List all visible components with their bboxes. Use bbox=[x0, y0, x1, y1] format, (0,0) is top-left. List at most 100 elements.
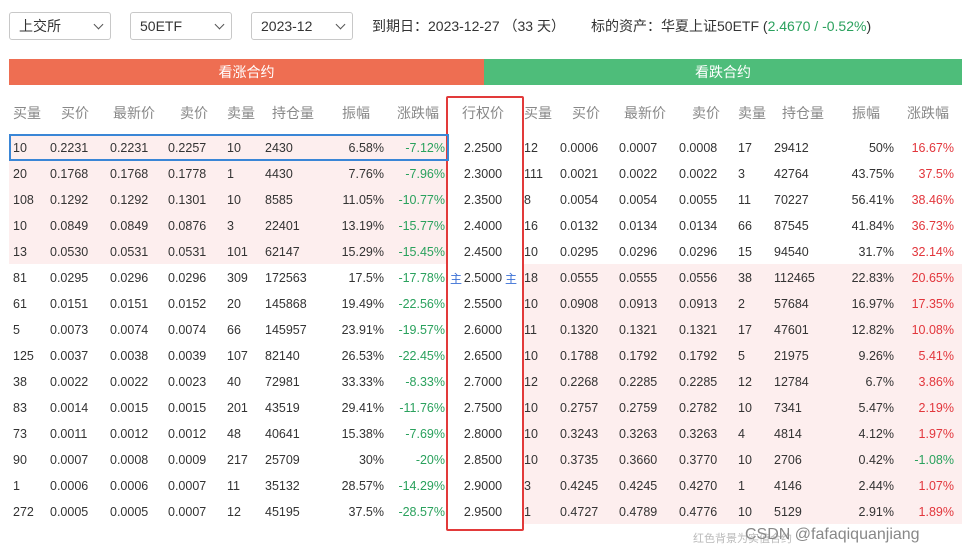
call-cell[interactable]: 11 bbox=[227, 479, 257, 493]
put-cell[interactable]: 0.1321 bbox=[619, 323, 669, 337]
put-cell[interactable]: 0.2757 bbox=[560, 401, 610, 415]
call-cell[interactable]: -20% bbox=[388, 453, 445, 467]
call-cell[interactable]: 7.76% bbox=[326, 167, 384, 181]
put-cell[interactable]: 3 bbox=[738, 167, 768, 181]
call-cell[interactable]: 0.0007 bbox=[50, 453, 100, 467]
call-cell[interactable]: 0.0006 bbox=[110, 479, 160, 493]
call-cell[interactable]: 13.19% bbox=[326, 219, 384, 233]
put-cell[interactable]: 0.0054 bbox=[619, 193, 669, 207]
call-cell[interactable]: 0.0022 bbox=[50, 375, 100, 389]
call-cell[interactable]: 0.0849 bbox=[50, 219, 100, 233]
call-cell[interactable]: 0.1301 bbox=[168, 193, 218, 207]
put-cell[interactable]: 10 bbox=[524, 427, 554, 441]
put-header-0[interactable]: 买量 bbox=[524, 103, 552, 123]
call-cell[interactable]: 82140 bbox=[265, 349, 325, 363]
put-cell[interactable]: 0.1792 bbox=[619, 349, 669, 363]
put-cell[interactable]: 50% bbox=[836, 141, 894, 155]
call-cell[interactable]: 48 bbox=[227, 427, 257, 441]
put-cell[interactable]: 111 bbox=[524, 167, 554, 181]
put-cell[interactable]: 4.12% bbox=[836, 427, 894, 441]
put-cell[interactable]: 87545 bbox=[774, 219, 834, 233]
put-cell[interactable]: 0.0022 bbox=[679, 167, 729, 181]
put-cell[interactable]: 0.0054 bbox=[560, 193, 610, 207]
put-cell[interactable]: 0.4776 bbox=[679, 505, 729, 519]
put-cell[interactable]: 4 bbox=[738, 427, 768, 441]
put-cell[interactable]: -1.08% bbox=[899, 453, 954, 467]
call-cell[interactable]: 66 bbox=[227, 323, 257, 337]
call-cell[interactable]: 23.91% bbox=[326, 323, 384, 337]
call-cell[interactable]: 38 bbox=[13, 375, 53, 389]
call-cell[interactable]: -15.45% bbox=[388, 245, 445, 259]
call-cell[interactable]: 0.0876 bbox=[168, 219, 218, 233]
call-cell[interactable]: 13 bbox=[13, 245, 53, 259]
call-cell[interactable]: -8.33% bbox=[388, 375, 445, 389]
put-cell[interactable]: 0.4245 bbox=[560, 479, 610, 493]
call-cell[interactable]: 8585 bbox=[265, 193, 325, 207]
call-cell[interactable]: 0.0023 bbox=[168, 375, 218, 389]
call-cell[interactable]: 217 bbox=[227, 453, 257, 467]
put-cell[interactable]: 0.1320 bbox=[560, 323, 610, 337]
put-cell[interactable]: 9.26% bbox=[836, 349, 894, 363]
put-cell[interactable]: 0.3660 bbox=[619, 453, 669, 467]
put-cell[interactable]: 0.2782 bbox=[679, 401, 729, 415]
call-cell[interactable]: 15.38% bbox=[326, 427, 384, 441]
put-cell[interactable]: 112465 bbox=[774, 271, 834, 285]
call-cell[interactable]: 20 bbox=[227, 297, 257, 311]
put-cell[interactable]: 0.0132 bbox=[560, 219, 610, 233]
put-cell[interactable]: 66 bbox=[738, 219, 768, 233]
put-cell[interactable]: 22.83% bbox=[836, 271, 894, 285]
call-cell[interactable]: 12 bbox=[227, 505, 257, 519]
put-cell[interactable]: 5129 bbox=[774, 505, 834, 519]
put-cell[interactable]: 10 bbox=[524, 349, 554, 363]
put-cell[interactable]: 12.82% bbox=[836, 323, 894, 337]
put-cell[interactable]: 4146 bbox=[774, 479, 834, 493]
month-select[interactable]: 2023-12 bbox=[251, 12, 353, 40]
put-cell[interactable]: 0.0007 bbox=[619, 141, 669, 155]
call-cell[interactable]: 90 bbox=[13, 453, 53, 467]
call-cell[interactable]: 0.0009 bbox=[168, 453, 218, 467]
put-cell[interactable]: 1 bbox=[738, 479, 768, 493]
exchange-select[interactable]: 上交所 bbox=[9, 12, 111, 40]
put-cell[interactable]: 0.2759 bbox=[619, 401, 669, 415]
put-cell[interactable]: 4814 bbox=[774, 427, 834, 441]
put-cell[interactable]: 18 bbox=[524, 271, 554, 285]
put-cell[interactable]: 1.89% bbox=[899, 505, 954, 519]
put-cell[interactable]: 10 bbox=[524, 401, 554, 415]
put-cell[interactable]: 12 bbox=[738, 375, 768, 389]
put-header-7[interactable]: 涨跌幅 bbox=[907, 103, 949, 123]
call-cell[interactable]: 309 bbox=[227, 271, 257, 285]
call-cell[interactable]: -22.56% bbox=[388, 297, 445, 311]
call-cell[interactable]: 0.0008 bbox=[110, 453, 160, 467]
put-cell[interactable]: 2.19% bbox=[899, 401, 954, 415]
put-cell[interactable]: 0.0913 bbox=[619, 297, 669, 311]
put-cell[interactable]: 0.0134 bbox=[679, 219, 729, 233]
call-cell[interactable]: 0.0151 bbox=[50, 297, 100, 311]
put-cell[interactable]: 12 bbox=[524, 375, 554, 389]
call-cell[interactable]: 0.0012 bbox=[110, 427, 160, 441]
put-cell[interactable]: 29412 bbox=[774, 141, 834, 155]
put-cell[interactable]: 2 bbox=[738, 297, 768, 311]
put-cell[interactable]: 16.97% bbox=[836, 297, 894, 311]
put-cell[interactable]: 2706 bbox=[774, 453, 834, 467]
call-cell[interactable]: 0.0006 bbox=[50, 479, 100, 493]
put-cell[interactable]: 94540 bbox=[774, 245, 834, 259]
call-cell[interactable]: 107 bbox=[227, 349, 257, 363]
put-cell[interactable]: 10 bbox=[738, 401, 768, 415]
put-cell[interactable]: 0.4727 bbox=[560, 505, 610, 519]
call-cell[interactable]: 0.0015 bbox=[168, 401, 218, 415]
call-cell[interactable]: 0.0038 bbox=[110, 349, 160, 363]
call-cell[interactable]: 0.0849 bbox=[110, 219, 160, 233]
put-cell[interactable]: 6.7% bbox=[836, 375, 895, 389]
call-header-3[interactable]: 卖价 bbox=[180, 103, 208, 123]
put-cell[interactable]: 15 bbox=[738, 245, 768, 259]
put-cell[interactable]: 10 bbox=[738, 453, 768, 467]
call-cell[interactable]: 0.1292 bbox=[110, 193, 160, 207]
put-cell[interactable]: 0.2285 bbox=[679, 375, 729, 389]
put-cell[interactable]: 37.5% bbox=[899, 167, 954, 181]
put-cell[interactable]: 0.3263 bbox=[679, 427, 729, 441]
call-cell[interactable]: 0.1768 bbox=[110, 167, 160, 181]
call-cell[interactable]: 15.29% bbox=[326, 245, 384, 259]
put-cell[interactable]: 32.14% bbox=[899, 245, 954, 259]
underlying-select[interactable]: 50ETF bbox=[130, 12, 232, 40]
put-cell[interactable]: 0.0021 bbox=[560, 167, 610, 181]
